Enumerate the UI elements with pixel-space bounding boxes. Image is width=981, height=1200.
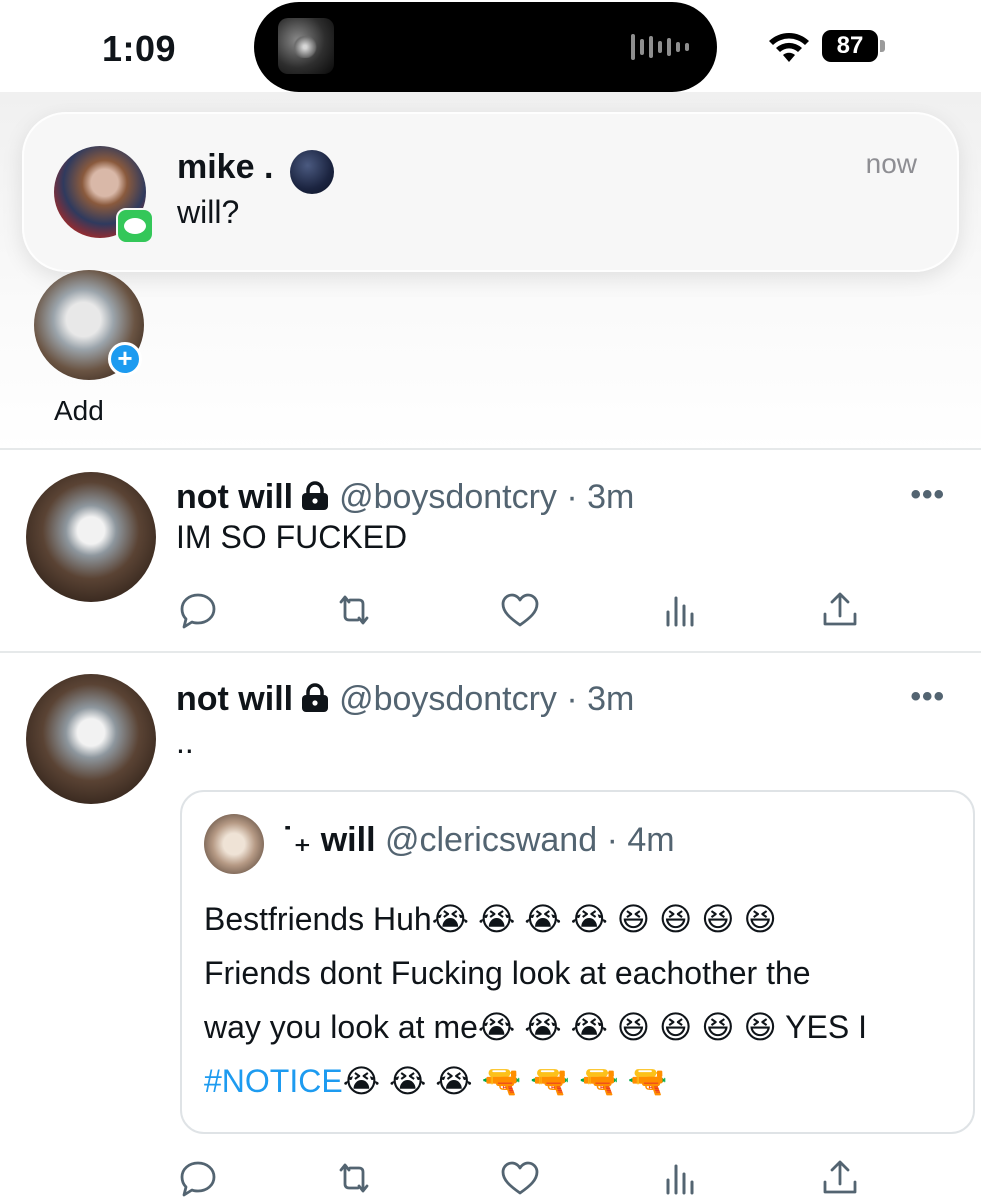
- moon-emoji-icon: [290, 150, 334, 194]
- battery-indicator: 87: [822, 30, 878, 62]
- quoted-line-emojis: 😭 😭 😭 🔫 🔫 🔫 🔫: [342, 1063, 668, 1099]
- quoted-author-name: will: [320, 821, 376, 859]
- wifi-icon: [769, 33, 809, 62]
- notification-message: will?: [177, 194, 240, 230]
- quoted-line: way you look at me😭 😭 😭 😆 😆 😆 😆 YES I: [204, 1009, 867, 1045]
- quoted-line: Friends dont Fucking look at eachother t…: [204, 955, 811, 991]
- tweet-avatar[interactable]: [26, 674, 156, 804]
- retweet-icon[interactable]: [332, 588, 376, 632]
- message-notification[interactable]: mike . will? now: [22, 112, 959, 272]
- quoted-tweet-header: ˙₊ will @clericswand · 4m: [282, 820, 675, 860]
- status-time: 1:09: [102, 28, 177, 69]
- tweet-author-name[interactable]: not will: [176, 478, 293, 516]
- share-icon[interactable]: [818, 588, 862, 632]
- quoted-tweet[interactable]: ˙₊ will @clericswand · 4m Bestfriends Hu…: [180, 790, 975, 1134]
- battery-nub: [880, 40, 885, 52]
- hashtag-link[interactable]: #NOTICE: [204, 1063, 343, 1099]
- tweet-text: ..: [176, 724, 194, 760]
- tweet-author-name[interactable]: not will: [176, 680, 293, 718]
- status-bar: 1:09 87: [0, 0, 981, 100]
- dynamic-island[interactable]: [254, 2, 717, 92]
- quoted-line: #NOTICE😭 😭 😭 🔫 🔫 🔫 🔫: [204, 1054, 964, 1108]
- tweet-header: not will @boysdontcry · 3m: [176, 478, 634, 517]
- quoted-author-handle: @clericswand · 4m: [384, 821, 675, 859]
- reply-icon[interactable]: [176, 1156, 220, 1200]
- more-options-icon[interactable]: •••: [910, 680, 945, 714]
- share-icon[interactable]: [818, 1156, 862, 1200]
- lock-icon: [302, 481, 329, 510]
- divider: [0, 448, 981, 450]
- tweet-handle[interactable]: @boysdontcry · 3m: [339, 478, 634, 516]
- tweet-avatar[interactable]: [26, 472, 156, 602]
- retweet-icon[interactable]: [332, 1156, 376, 1200]
- tweet-actions: [176, 588, 866, 632]
- views-icon[interactable]: [660, 588, 704, 632]
- tweet-handle[interactable]: @boysdontcry · 3m: [339, 680, 634, 718]
- messages-app-icon: [116, 208, 154, 244]
- add-fleet-label: Add: [54, 395, 104, 426]
- views-icon[interactable]: [660, 1156, 704, 1200]
- lock-icon: [302, 683, 329, 712]
- audio-waveform-icon: [631, 32, 689, 62]
- more-options-icon[interactable]: •••: [910, 478, 945, 512]
- quoted-tweet-avatar: [204, 814, 264, 874]
- notification-time: now: [865, 148, 917, 179]
- like-icon[interactable]: [498, 1156, 542, 1200]
- quoted-line: Bestfriends Huh😭 😭 😭 😭 😆 😆 😆 😆: [204, 901, 777, 937]
- notification-sender: mike .: [177, 148, 274, 186]
- now-playing-album-art: [278, 18, 334, 74]
- plus-icon[interactable]: +: [108, 342, 142, 376]
- quoted-tweet-text: Bestfriends Huh😭 😭 😭 😭 😆 😆 😆 😆 Friends d…: [204, 892, 964, 1108]
- tweet-actions: [176, 1156, 866, 1200]
- tweet-text: IM SO FUCKED: [176, 519, 408, 555]
- quoted-author-prefix: ˙₊: [282, 821, 312, 859]
- reply-icon[interactable]: [176, 588, 220, 632]
- divider: [0, 651, 981, 653]
- like-icon[interactable]: [498, 588, 542, 632]
- tweet-header: not will @boysdontcry · 3m: [176, 680, 634, 719]
